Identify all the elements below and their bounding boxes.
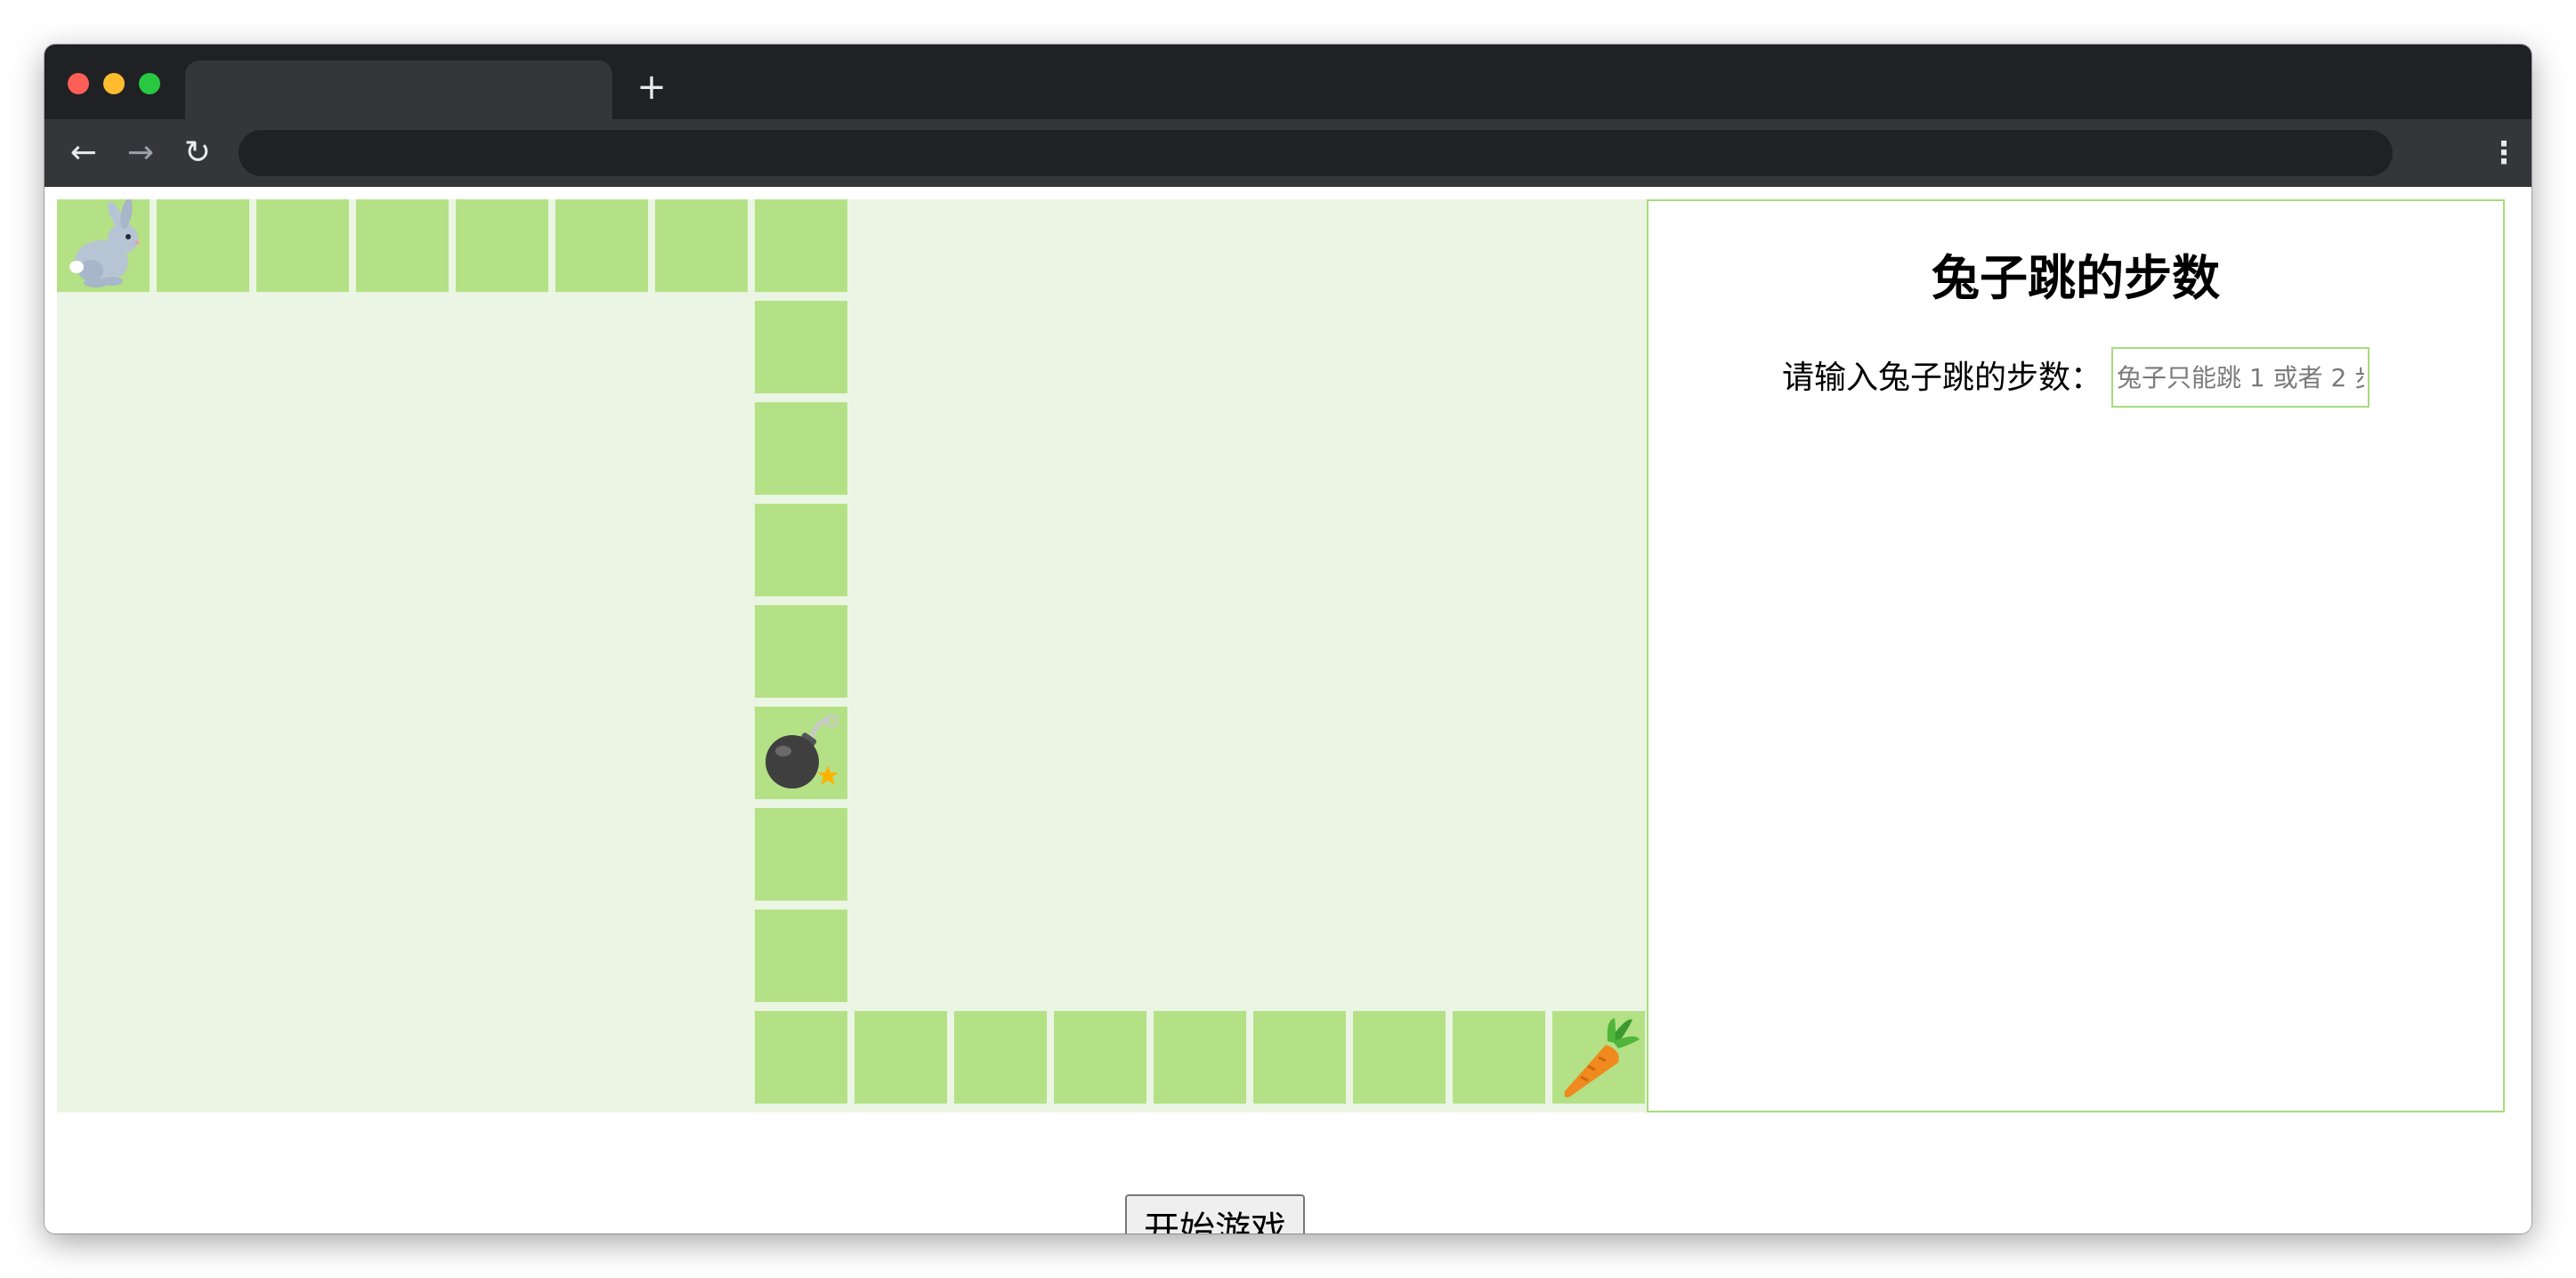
board-cell-goal: [1552, 1011, 1645, 1104]
board-cell: [1253, 1011, 1346, 1104]
board-cell: [755, 301, 847, 393]
minimize-window-button[interactable]: [103, 73, 125, 94]
plus-icon[interactable]: +: [632, 68, 671, 107]
board-cell: [855, 1011, 947, 1104]
board-cell-start: [57, 199, 150, 292]
board-cell: [755, 402, 847, 495]
maximize-window-button[interactable]: [139, 73, 160, 94]
kebab-menu-icon[interactable]: ⋮: [2489, 132, 2519, 174]
panel-title: 兔子跳的步数: [1932, 250, 2220, 306]
close-window-button[interactable]: [68, 73, 89, 94]
arrow-right-icon[interactable]: →: [119, 132, 162, 174]
board-cell: [1154, 1011, 1246, 1104]
board-cell: [1453, 1011, 1545, 1104]
board-cell: [1353, 1011, 1446, 1104]
board-cell: [157, 199, 249, 292]
carrot-icon: [1564, 1018, 1640, 1098]
board-cell: [755, 1011, 847, 1104]
browser-toolbar: ← → ↻ ⋮: [45, 119, 2531, 187]
steps-input[interactable]: [2111, 347, 2369, 408]
bomb-icon: [766, 714, 838, 789]
board-cell: [755, 504, 847, 596]
rabbit-icon: [69, 199, 140, 287]
board-cell: [954, 1011, 1047, 1104]
steps-panel: 兔子跳的步数 请输入兔子跳的步数：: [1647, 199, 2505, 1112]
board-cell: [555, 199, 648, 292]
page-content: 兔子跳的步数 请输入兔子跳的步数： 开始游戏: [45, 187, 2531, 1234]
board-cell: [755, 199, 847, 292]
start-game-button[interactable]: 开始游戏: [1125, 1194, 1305, 1234]
board-cell: [1054, 1011, 1146, 1104]
board-cell: [755, 808, 847, 901]
steps-label: 请输入兔子跳的步数：: [1782, 360, 2103, 396]
reload-icon[interactable]: ↻: [176, 132, 219, 174]
board-cell: [755, 605, 847, 698]
address-bar[interactable]: [239, 130, 2393, 176]
board-cell-trap: [755, 707, 847, 799]
browser-tab[interactable]: [185, 61, 612, 119]
board-cell: [755, 910, 847, 1002]
browser-window: + ← → ↻ ⋮ 兔子跳的步数 请输入兔子跳的步数： 兔子只能跳 1 或者 2…: [45, 44, 2531, 1234]
title-bar: +: [45, 44, 2531, 119]
game-board: [57, 199, 1647, 1112]
board-cell: [356, 199, 449, 292]
arrow-left-icon[interactable]: ←: [62, 132, 105, 174]
board-cell: [456, 199, 548, 292]
steps-form-row: 请输入兔子跳的步数：: [1648, 347, 2503, 409]
board-cell: [655, 199, 748, 292]
board-cell: [256, 199, 349, 292]
